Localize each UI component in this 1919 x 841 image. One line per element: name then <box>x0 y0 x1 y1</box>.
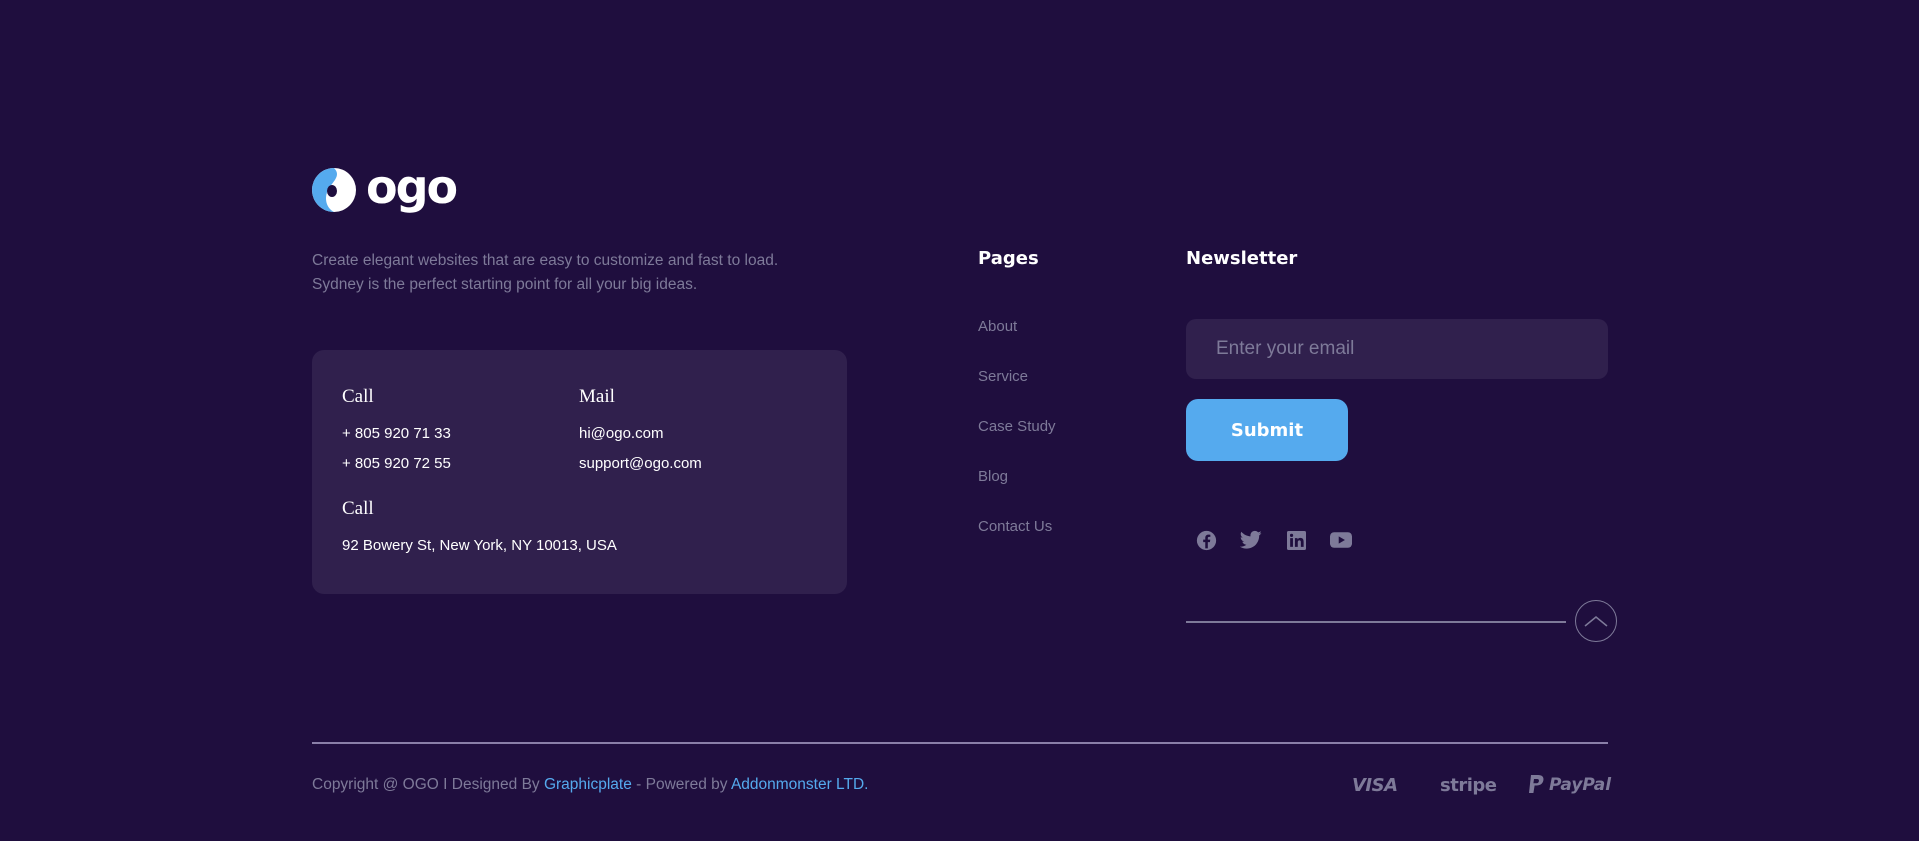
address: 92 Bowery St, New York, NY 10013, USA <box>342 537 617 554</box>
email-2[interactable]: support@ogo.com <box>579 455 702 472</box>
page-link-contact-us[interactable]: Contact Us <box>978 518 1052 535</box>
page-link-about[interactable]: About <box>978 318 1017 335</box>
page-link-service[interactable]: Service <box>978 368 1028 385</box>
designer-link[interactable]: Graphicplate <box>544 776 632 793</box>
about-line-2: Sydney is the perfect starting point for… <box>312 276 698 293</box>
scroll-to-top-button[interactable] <box>1575 600 1617 642</box>
facebook-icon[interactable] <box>1194 528 1218 552</box>
phone-1[interactable]: + 805 920 71 33 <box>342 425 451 442</box>
copyright-text: Copyright @ OGO I Designed By Graphicpla… <box>312 776 869 794</box>
pages-heading: Pages <box>978 248 1039 269</box>
logo[interactable]: ogo <box>312 160 458 214</box>
linkedin-icon[interactable] <box>1284 528 1308 552</box>
call-heading: Call <box>342 386 374 407</box>
mail-heading: Mail <box>579 386 615 407</box>
copyright-prefix: Copyright @ OGO I Designed By <box>312 776 544 793</box>
about-description: Create elegant websites that are easy to… <box>312 249 832 297</box>
submit-button[interactable]: Submit <box>1186 399 1348 461</box>
paypal-icon: PayPal <box>1528 775 1611 795</box>
address-heading: Call <box>342 498 374 519</box>
page-link-case-study[interactable]: Case Study <box>978 418 1056 435</box>
paypal-label: PayPal <box>1549 775 1612 795</box>
powered-by-link[interactable]: Addonmonster LTD. <box>731 776 869 793</box>
chevron-up-icon <box>1584 616 1608 627</box>
logo-mark-icon <box>312 168 356 212</box>
newsletter-divider <box>1186 621 1566 623</box>
visa-icon: VISA <box>1352 775 1398 796</box>
newsletter-email-input[interactable] <box>1186 319 1608 379</box>
newsletter-heading: Newsletter <box>1186 248 1298 269</box>
site-footer: ogo Create elegant websites that are eas… <box>0 0 1919 841</box>
footer-divider <box>312 742 1608 744</box>
phone-2[interactable]: + 805 920 72 55 <box>342 455 451 472</box>
stripe-icon: stripe <box>1440 775 1497 796</box>
contact-card: Call + 805 920 71 33 + 805 920 72 55 Mai… <box>312 350 847 594</box>
twitter-icon[interactable] <box>1239 528 1263 552</box>
page-link-blog[interactable]: Blog <box>978 468 1008 485</box>
logo-text: ogo <box>366 160 458 214</box>
youtube-icon[interactable] <box>1329 528 1353 552</box>
email-1[interactable]: hi@ogo.com <box>579 425 663 442</box>
copyright-middle: - Powered by <box>631 776 731 793</box>
about-line-1: Create elegant websites that are easy to… <box>312 252 779 269</box>
